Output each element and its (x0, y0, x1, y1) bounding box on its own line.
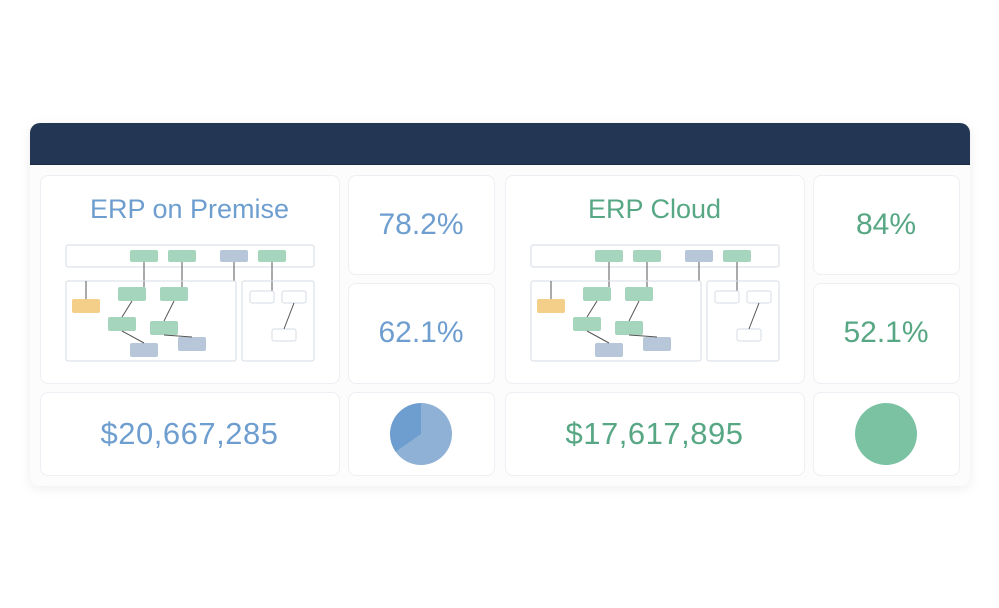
amount-value: $17,617,895 (566, 416, 744, 452)
panel-title: ERP Cloud (588, 194, 721, 225)
metric-bottom-value: 52.1% (843, 316, 928, 350)
amount-value: $20,667,285 (101, 416, 279, 452)
amount-card[interactable]: $20,667,285 (40, 392, 340, 476)
metric-top-value: 78.2% (378, 208, 463, 242)
architecture-diagram-icon (525, 239, 785, 369)
pie-card[interactable] (813, 392, 960, 476)
metric-bottom[interactable]: 62.1% (348, 283, 495, 384)
panel-erp-cloud: ERP Cloud (505, 175, 960, 476)
pie-chart-icon (855, 403, 917, 465)
amount-card[interactable]: $17,617,895 (505, 392, 805, 476)
dashboard-container: ERP on Premise (30, 123, 970, 486)
panel-title: ERP on Premise (90, 194, 289, 225)
title-card[interactable]: ERP Cloud (505, 175, 805, 384)
pie-card[interactable] (348, 392, 495, 476)
metric-top[interactable]: 78.2% (348, 175, 495, 276)
architecture-diagram-icon (60, 239, 320, 369)
metric-top[interactable]: 84% (813, 175, 960, 276)
header-bar (30, 123, 970, 165)
metric-bottom[interactable]: 52.1% (813, 283, 960, 384)
panels-grid: ERP on Premise (30, 165, 970, 486)
pie-chart-icon (390, 403, 452, 465)
title-card[interactable]: ERP on Premise (40, 175, 340, 384)
panel-erp-on-premise: ERP on Premise (40, 175, 495, 476)
metric-top-value: 84% (856, 208, 916, 242)
metric-bottom-value: 62.1% (378, 316, 463, 350)
